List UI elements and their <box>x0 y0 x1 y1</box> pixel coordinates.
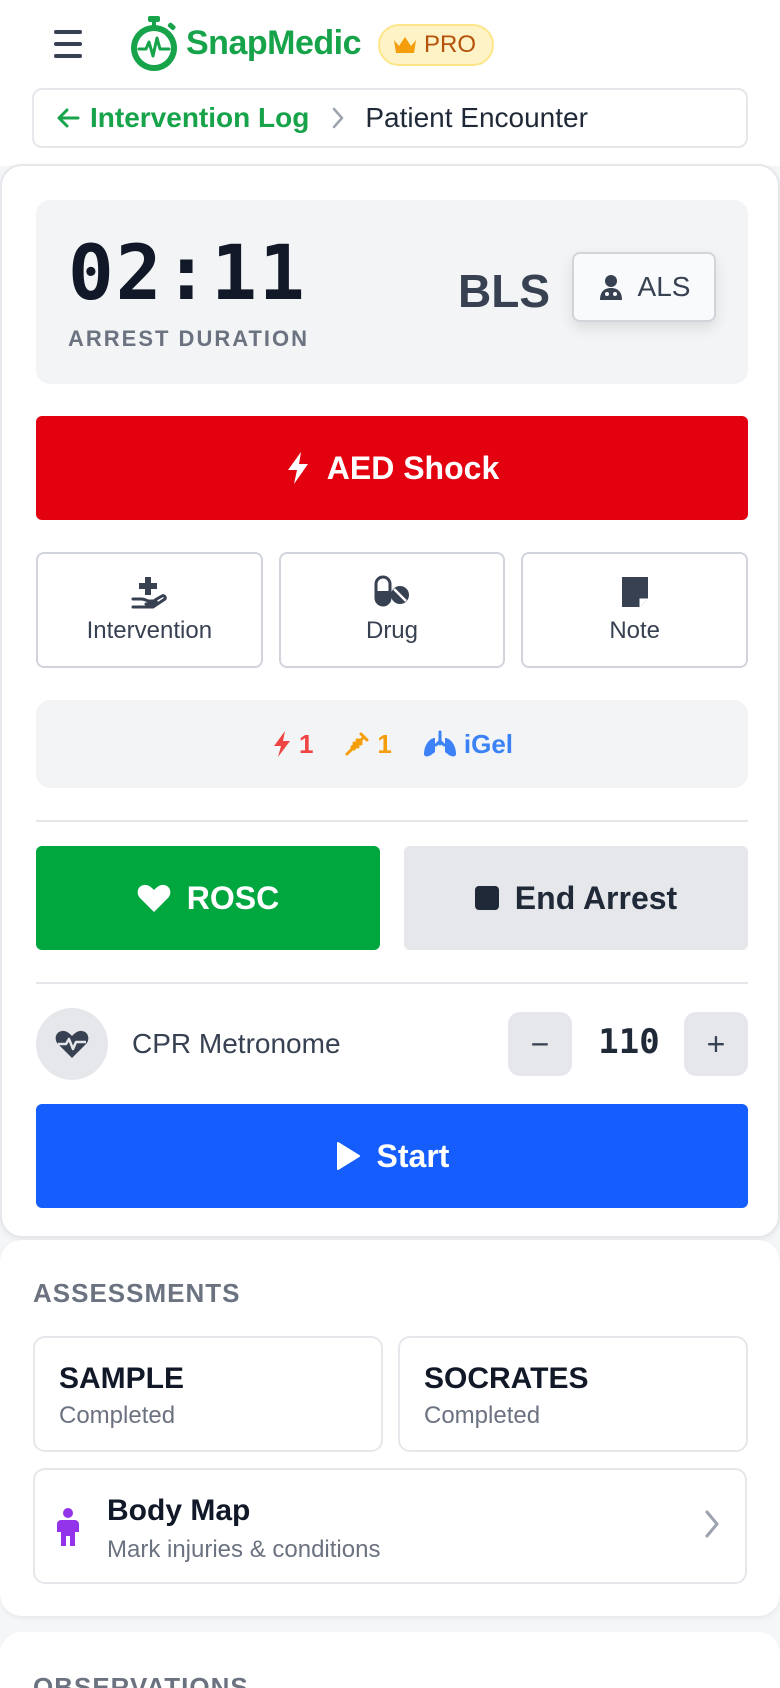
assessment-name: SAMPLE <box>59 1362 185 1395</box>
arrest-card: 02:11 ARREST DURATION BLS ALS AED Shock … <box>0 164 780 1238</box>
divider <box>36 982 748 984</box>
action-buttons: Intervention Drug Note <box>36 552 749 668</box>
rosc-label: ROSC <box>186 879 280 916</box>
shock-counter: 1 <box>271 729 313 760</box>
stopwatch-heartbeat-icon <box>131 16 177 71</box>
timer-panel: 02:11 ARREST DURATION BLS ALS <box>36 200 748 384</box>
body-map-subtitle: Mark injuries & conditions <box>107 1536 381 1563</box>
drug-label: Drug <box>365 617 419 644</box>
airway-indicator: iGel <box>422 729 513 760</box>
chevron-right-icon <box>705 1510 719 1538</box>
note-button[interactable]: Note <box>521 552 749 668</box>
heart-icon <box>137 884 171 912</box>
metronome-label: CPR Metronome <box>132 1028 341 1059</box>
drug-counter: 1 <box>343 728 392 760</box>
pills-icon <box>374 575 409 607</box>
body-map-title: Body Map <box>107 1494 251 1527</box>
airway-label: iGel <box>463 728 514 759</box>
end-arrest-button[interactable]: End Arrest <box>404 846 748 950</box>
bolt-icon <box>273 731 290 757</box>
bolt-icon <box>287 452 308 484</box>
note-label: Note <box>609 617 661 644</box>
intervention-counters: 1 1 iGel <box>36 700 748 788</box>
stop-icon <box>474 886 499 910</box>
current-mode: BLS <box>458 265 550 317</box>
drug-count: 1 <box>377 728 392 759</box>
als-toggle-label: ALS <box>637 271 691 302</box>
bpm-decrease-button[interactable]: − <box>508 1012 572 1076</box>
app-header: SnapMedic PRO Intervention Log Patient E… <box>0 0 780 166</box>
end-arrest-label: End Arrest <box>514 879 678 916</box>
heart-pulse-icon <box>36 1008 108 1080</box>
als-toggle-button[interactable]: ALS <box>572 252 716 322</box>
assessment-socrates[interactable]: SOCRATES Completed <box>398 1336 748 1452</box>
arrest-timer-label: ARREST DURATION <box>68 326 310 351</box>
divider <box>36 820 748 822</box>
rosc-button[interactable]: ROSC <box>36 846 380 950</box>
metronome-start-label: Start <box>376 1137 450 1174</box>
assessment-status: Completed <box>424 1402 541 1429</box>
assessment-sample[interactable]: SAMPLE Completed <box>33 1336 383 1452</box>
hamburger-menu-icon[interactable] <box>50 28 86 60</box>
observations-card: OBSERVATIONS <box>0 1632 780 1688</box>
lungs-icon <box>423 730 456 757</box>
intervention-label: Intervention <box>86 617 213 644</box>
sticky-note-icon <box>621 577 648 607</box>
app-name: SnapMedic <box>186 23 361 62</box>
crown-icon <box>394 37 416 53</box>
breadcrumb-back-link[interactable]: Intervention Log <box>56 102 309 134</box>
user-doctor-icon <box>599 275 622 300</box>
assessment-name: SOCRATES <box>424 1362 589 1395</box>
arrest-timer: 02:11 <box>68 228 307 317</box>
intervention-button[interactable]: Intervention <box>36 552 263 668</box>
pro-label: PRO <box>424 31 477 58</box>
pro-badge: PRO <box>378 24 495 66</box>
shock-count: 1 <box>298 728 314 759</box>
body-map-button[interactable]: Body Map Mark injuries & conditions <box>33 1468 747 1584</box>
play-icon <box>336 1142 360 1170</box>
app-logo: SnapMedic <box>128 14 361 72</box>
assessment-status: Completed <box>59 1402 176 1429</box>
breadcrumb-current: Patient Encounter <box>365 102 588 133</box>
person-icon <box>57 1508 79 1546</box>
observations-title: OBSERVATIONS <box>33 1672 249 1688</box>
assessments-card: ASSESSMENTS SAMPLE Completed SOCRATES Co… <box>0 1240 780 1616</box>
bpm-value: 110 <box>598 1022 660 1062</box>
aed-shock-button[interactable]: AED Shock <box>36 416 748 520</box>
metronome-start-button[interactable]: Start <box>36 1104 748 1208</box>
bpm-increase-button[interactable]: + <box>684 1012 748 1076</box>
hand-medical-icon <box>131 577 168 609</box>
breadcrumb: Intervention Log Patient Encounter <box>32 88 748 148</box>
arrow-left-icon <box>57 108 80 128</box>
syringe-icon <box>345 732 369 756</box>
chevron-right-icon <box>333 107 344 129</box>
aed-shock-label: AED Shock <box>326 449 500 486</box>
breadcrumb-back-label: Intervention Log <box>90 102 310 133</box>
assessments-title: ASSESSMENTS <box>33 1278 241 1308</box>
drug-button[interactable]: Drug <box>278 552 506 668</box>
